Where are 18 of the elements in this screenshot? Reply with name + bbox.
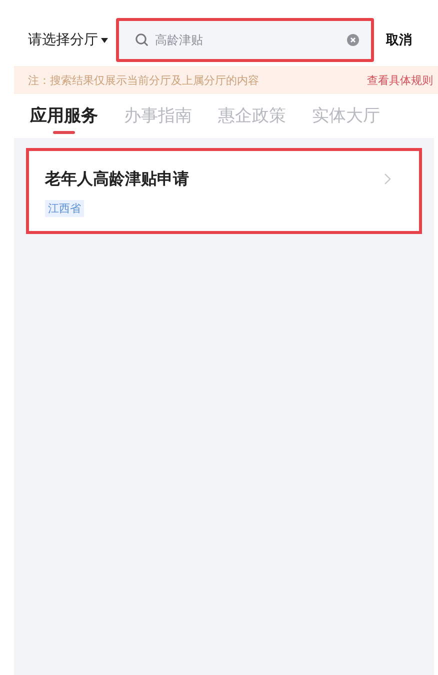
search-bar[interactable]: 高龄津贴 (116, 18, 374, 62)
result-card[interactable]: 老年人高龄津贴申请 江西省 (26, 148, 422, 234)
result-title: 老年人高龄津贴申请 (45, 169, 189, 190)
tab[interactable]: 应用服务 (30, 102, 98, 134)
dropdown-icon (101, 38, 108, 42)
tab[interactable]: 惠企政策 (218, 102, 286, 134)
search-icon (135, 33, 149, 47)
chevron-right-icon (384, 173, 391, 185)
clear-icon[interactable] (347, 34, 359, 46)
cancel-button[interactable]: 取消 (382, 31, 412, 49)
search-input[interactable]: 高龄津贴 (155, 33, 341, 47)
region-tag: 江西省 (45, 200, 84, 217)
tab-underline (53, 131, 75, 134)
branch-picker[interactable]: 请选择分厅 (28, 31, 108, 49)
tab[interactable]: 办事指南 (124, 102, 192, 134)
notice-text: 注：搜索结果仅展示当前分厅及上属分厅的内容 (28, 72, 259, 88)
tab[interactable]: 实体大厅 (312, 102, 380, 134)
rules-link[interactable]: 查看具体规则 (367, 72, 433, 88)
